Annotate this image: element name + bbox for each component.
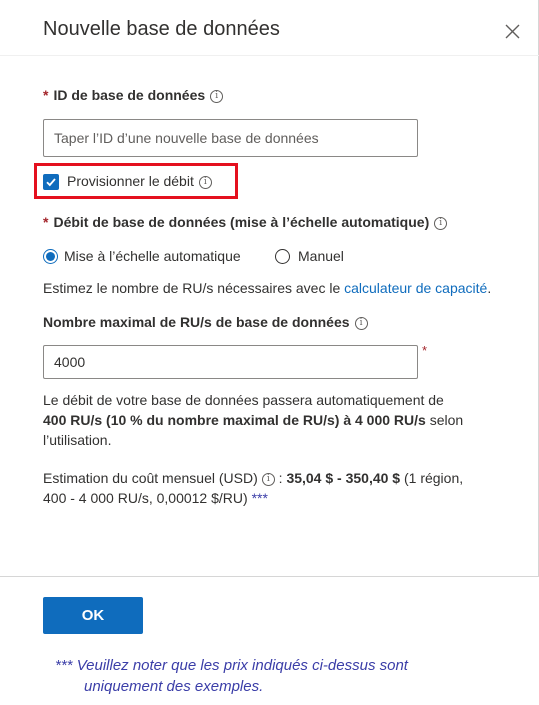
provision-throughput-label: Provisionner le débit i — [67, 173, 212, 189]
autoscale-info-suffix: selon — [425, 412, 464, 428]
autoscale-info-text: Le débit de votre base de données passer… — [43, 390, 513, 450]
capacity-estimate-text: Estimez le nombre de RU/s nécessaires av… — [43, 280, 491, 296]
autoscale-radio[interactable] — [43, 249, 58, 264]
throughput-label: * Débit de base de données (mise à l’éche… — [43, 214, 448, 230]
monthly-cost-colon: : — [274, 470, 287, 486]
manual-radio-label: Manuel — [298, 248, 344, 264]
autoscale-radio-label: Mise à l’échelle automatique — [64, 248, 241, 264]
new-database-panel: Nouvelle base de données * ID de base de … — [0, 0, 539, 577]
max-ru-input[interactable] — [43, 345, 418, 379]
capacity-estimate-prefix: Estimez le nombre de RU/s nécessaires av… — [43, 280, 345, 296]
required-mark: * — [43, 214, 49, 230]
monthly-cost-detail1: (1 région, — [400, 470, 464, 486]
max-ru-label-text: Nombre maximal de RU/s de base de donnée… — [43, 314, 350, 330]
monthly-cost-prefix: Estimation du coût mensuel (USD) — [43, 470, 258, 486]
database-id-input[interactable] — [43, 119, 418, 157]
close-icon[interactable] — [500, 18, 526, 44]
ok-button[interactable]: OK — [43, 597, 143, 634]
monthly-cost-stars: *** — [251, 490, 268, 506]
required-mark: * — [43, 87, 49, 103]
max-ru-label: Nombre maximal de RU/s de base de donnée… — [43, 314, 368, 330]
checkmark-icon — [46, 178, 56, 187]
header-divider — [0, 55, 539, 56]
capacity-estimate-suffix: . — [487, 280, 492, 296]
database-id-label: * ID de base de données i — [43, 87, 224, 103]
throughput-label-text: Débit de base de données (mise à l’échel… — [53, 214, 430, 230]
info-icon[interactable]: i — [210, 89, 224, 103]
monthly-cost-range: 35,04 $ - 350,40 $ — [286, 470, 401, 486]
panel-title: Nouvelle base de données — [43, 18, 280, 40]
info-icon[interactable]: i — [198, 175, 212, 189]
pricing-note: *** Veuillez noter que les prix indiqués… — [55, 655, 495, 697]
autoscale-info-line1: Le débit de votre base de données passer… — [43, 392, 444, 408]
capacity-calculator-link[interactable]: calculateur de capacité — [344, 280, 487, 296]
info-icon[interactable]: i — [434, 216, 448, 230]
manual-radio[interactable] — [275, 249, 290, 264]
info-icon[interactable]: i — [354, 316, 368, 330]
autoscale-info-bold: 400 RU/s (10 % du nombre maximal de RU/s… — [43, 412, 426, 428]
provision-throughput-label-text: Provisionner le débit — [67, 173, 194, 189]
autoscale-info-line3: l’utilisation. — [43, 432, 112, 448]
required-mark: * — [422, 343, 428, 358]
info-icon[interactable]: i — [261, 472, 275, 486]
pricing-note-text: Veuillez noter que les prix indiqués ci-… — [76, 657, 408, 674]
monthly-cost-text: Estimation du coût mensuel (USD) i : 35,0… — [43, 468, 523, 508]
database-id-label-text: ID de base de données — [53, 87, 206, 103]
provision-throughput-checkbox[interactable] — [43, 174, 59, 190]
pricing-note-stars: *** — [55, 657, 73, 674]
pricing-note-text2: uniquement des exemples. — [84, 678, 264, 695]
monthly-cost-detail2: 400 - 4 000 RU/s, 0,00012 $/RU) — [43, 490, 252, 506]
